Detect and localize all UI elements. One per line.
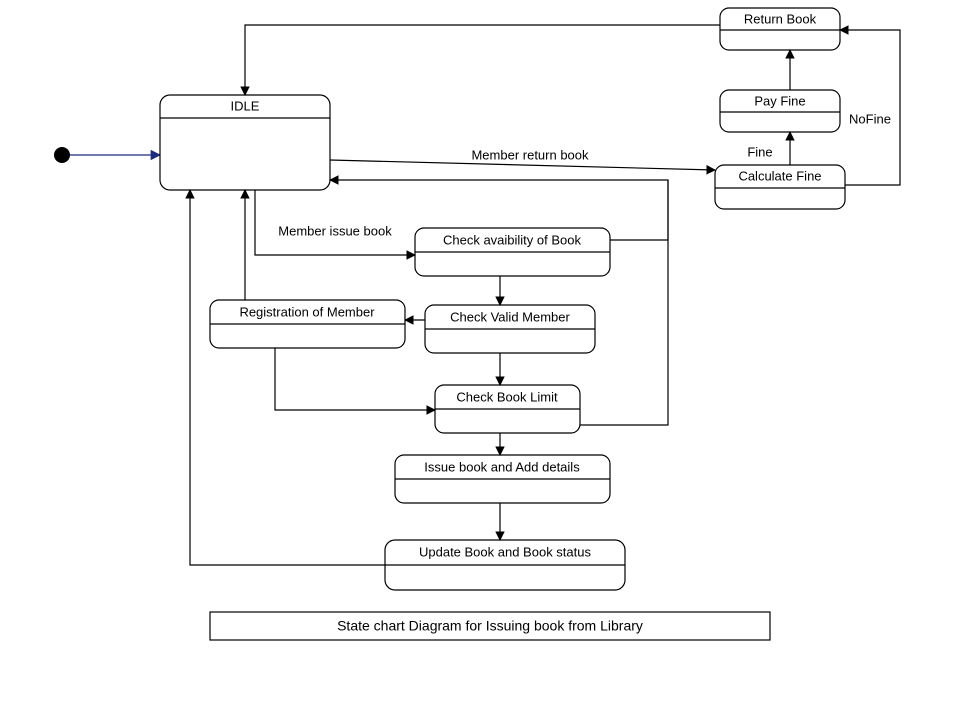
state-check-availability-label: Check avaibility of Book	[443, 232, 582, 247]
edge-label-fine: Fine	[747, 144, 772, 159]
state-pay-fine-label: Pay Fine	[754, 93, 805, 108]
state-issue-book-label: Issue book and Add details	[424, 459, 580, 474]
state-update-status: Update Book and Book status	[385, 540, 625, 590]
edge-registration-to-check-limit	[275, 348, 435, 410]
edge-label-member-return-book: Member return book	[471, 147, 589, 162]
edge-calc-fine-to-return-book	[840, 30, 900, 185]
edge-label-nofine: NoFine	[849, 111, 891, 126]
state-idle-label: IDLE	[231, 98, 260, 113]
diagram-caption-text: State chart Diagram for Issuing book fro…	[337, 618, 643, 634]
state-update-status-label: Update Book and Book status	[419, 544, 592, 559]
state-calculate-fine-label: Calculate Fine	[738, 168, 821, 183]
edge-label-member-issue-book: Member issue book	[278, 223, 392, 238]
edge-update-to-idle	[190, 190, 385, 565]
state-pay-fine: Pay Fine	[720, 90, 840, 132]
state-check-valid-member: Check Valid Member	[425, 305, 595, 353]
initial-state-icon	[54, 147, 70, 163]
edge-return-book-to-idle	[245, 25, 720, 95]
state-check-availability: Check avaibility of Book	[415, 228, 610, 276]
state-check-book-limit: Check Book Limit	[435, 385, 580, 433]
state-check-book-limit-label: Check Book Limit	[456, 389, 558, 404]
state-check-valid-member-label: Check Valid Member	[450, 309, 570, 324]
state-chart-diagram: IDLE Return Book Pay Fine Calculate Fine…	[0, 0, 960, 720]
state-return-book-label: Return Book	[744, 11, 817, 26]
state-registration: Registration of Member	[210, 300, 405, 348]
state-calculate-fine: Calculate Fine	[715, 165, 845, 209]
state-return-book: Return Book	[720, 8, 840, 50]
state-issue-book: Issue book and Add details	[395, 455, 610, 503]
state-idle: IDLE	[160, 95, 330, 190]
edge-check-limit-to-idle	[580, 180, 668, 425]
state-registration-label: Registration of Member	[239, 304, 375, 319]
diagram-caption: State chart Diagram for Issuing book fro…	[210, 612, 770, 640]
